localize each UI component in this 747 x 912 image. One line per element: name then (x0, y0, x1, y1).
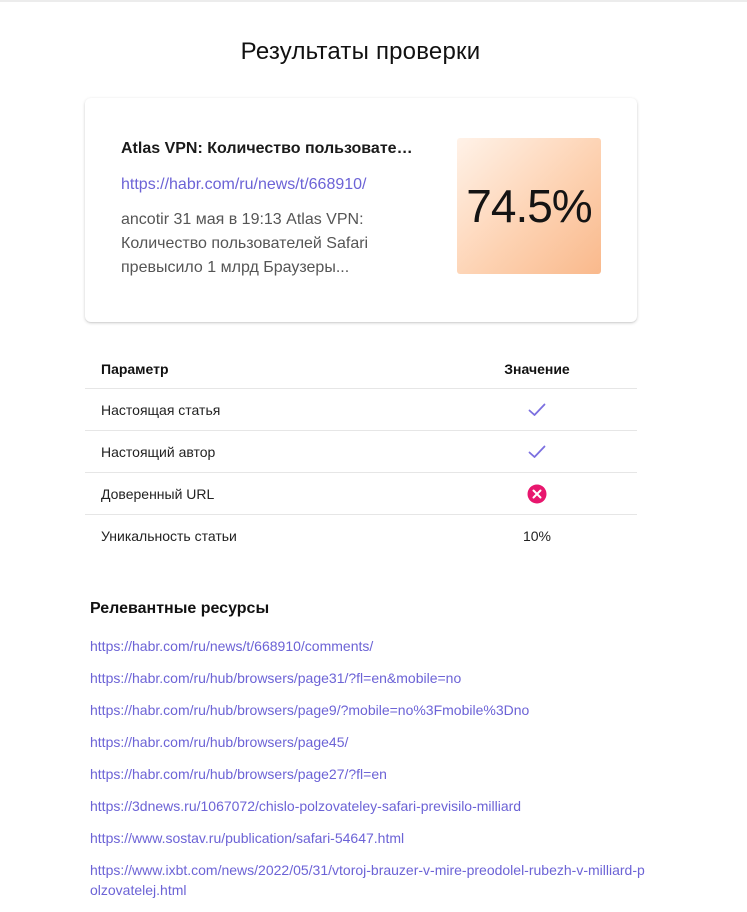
resource-link[interactable]: https://3dnews.ru/1067072/chislo-polzova… (90, 798, 521, 814)
score-value: 74.5% (466, 180, 592, 232)
resource-link[interactable]: https://www.sostav.ru/publication/safari… (90, 830, 404, 846)
article-title: Atlas VPN: Количество пользователей Safa… (121, 140, 421, 157)
param-name: Уникальность статьи (101, 528, 237, 544)
param-name: Настоящая статья (101, 401, 221, 418)
page-title: Результаты проверки (240, 38, 481, 65)
resource-link[interactable]: https://habr.com/ru/hub/browsers/page45/ (90, 734, 348, 750)
article-url-link[interactable]: https://habr.com/ru/news/t/668910/ (121, 176, 366, 194)
param-value (475, 445, 599, 459)
list-item: https://habr.com/ru/hub/browsers/page45/ (90, 732, 650, 752)
params-table: Параметр Значение Настоящая статья Насто… (85, 350, 637, 557)
resource-link[interactable]: https://habr.com/ru/hub/browsers/page9/?… (90, 702, 529, 718)
cross-circle-icon (527, 484, 547, 504)
header-value: Значение (504, 361, 570, 377)
params-header-row: Параметр Значение (85, 350, 637, 389)
param-value: 10% (522, 528, 552, 544)
result-card: Atlas VPN: Количество пользователей Safa… (85, 98, 637, 322)
resource-link[interactable]: https://habr.com/ru/hub/browsers/page31/… (90, 670, 461, 686)
resource-link[interactable]: https://www.ixbt.com/news/2022/05/31/vto… (90, 862, 645, 898)
resource-link[interactable]: https://habr.com/ru/hub/browsers/page27/… (90, 766, 387, 782)
param-name: Доверенный URL (101, 485, 215, 502)
list-item: https://www.sostav.ru/publication/safari… (90, 828, 650, 848)
list-item: https://habr.com/ru/hub/browsers/page31/… (90, 668, 650, 688)
table-row: Уникальность статьи 10% (85, 515, 637, 557)
header-param: Параметр (101, 361, 169, 377)
resources-title: Релевантные ресурсы (90, 600, 270, 617)
check-icon (528, 403, 546, 417)
list-item: https://www.ixbt.com/news/2022/05/31/vto… (90, 860, 650, 900)
list-item: https://habr.com/ru/hub/browsers/page27/… (90, 764, 650, 784)
table-row: Настоящая статья (85, 389, 637, 431)
article-snippet: ancotir 31 мая в 19:13 Atlas VPN: Количе… (121, 211, 369, 276)
score-box: 74.5% (457, 138, 601, 274)
resources-list: https://habr.com/ru/news/t/668910/commen… (90, 636, 650, 912)
param-name: Настоящий автор (101, 443, 216, 460)
list-item: https://habr.com/ru/news/t/668910/commen… (90, 636, 650, 656)
table-row: Настоящий автор (85, 431, 637, 473)
top-divider (0, 0, 747, 2)
table-row: Доверенный URL (85, 473, 637, 515)
list-item: https://3dnews.ru/1067072/chislo-polzova… (90, 796, 650, 816)
param-value (475, 403, 599, 417)
check-icon (528, 445, 546, 459)
resource-link[interactable]: https://habr.com/ru/news/t/668910/commen… (90, 638, 373, 654)
param-value (475, 484, 599, 504)
list-item: https://habr.com/ru/hub/browsers/page9/?… (90, 700, 650, 720)
